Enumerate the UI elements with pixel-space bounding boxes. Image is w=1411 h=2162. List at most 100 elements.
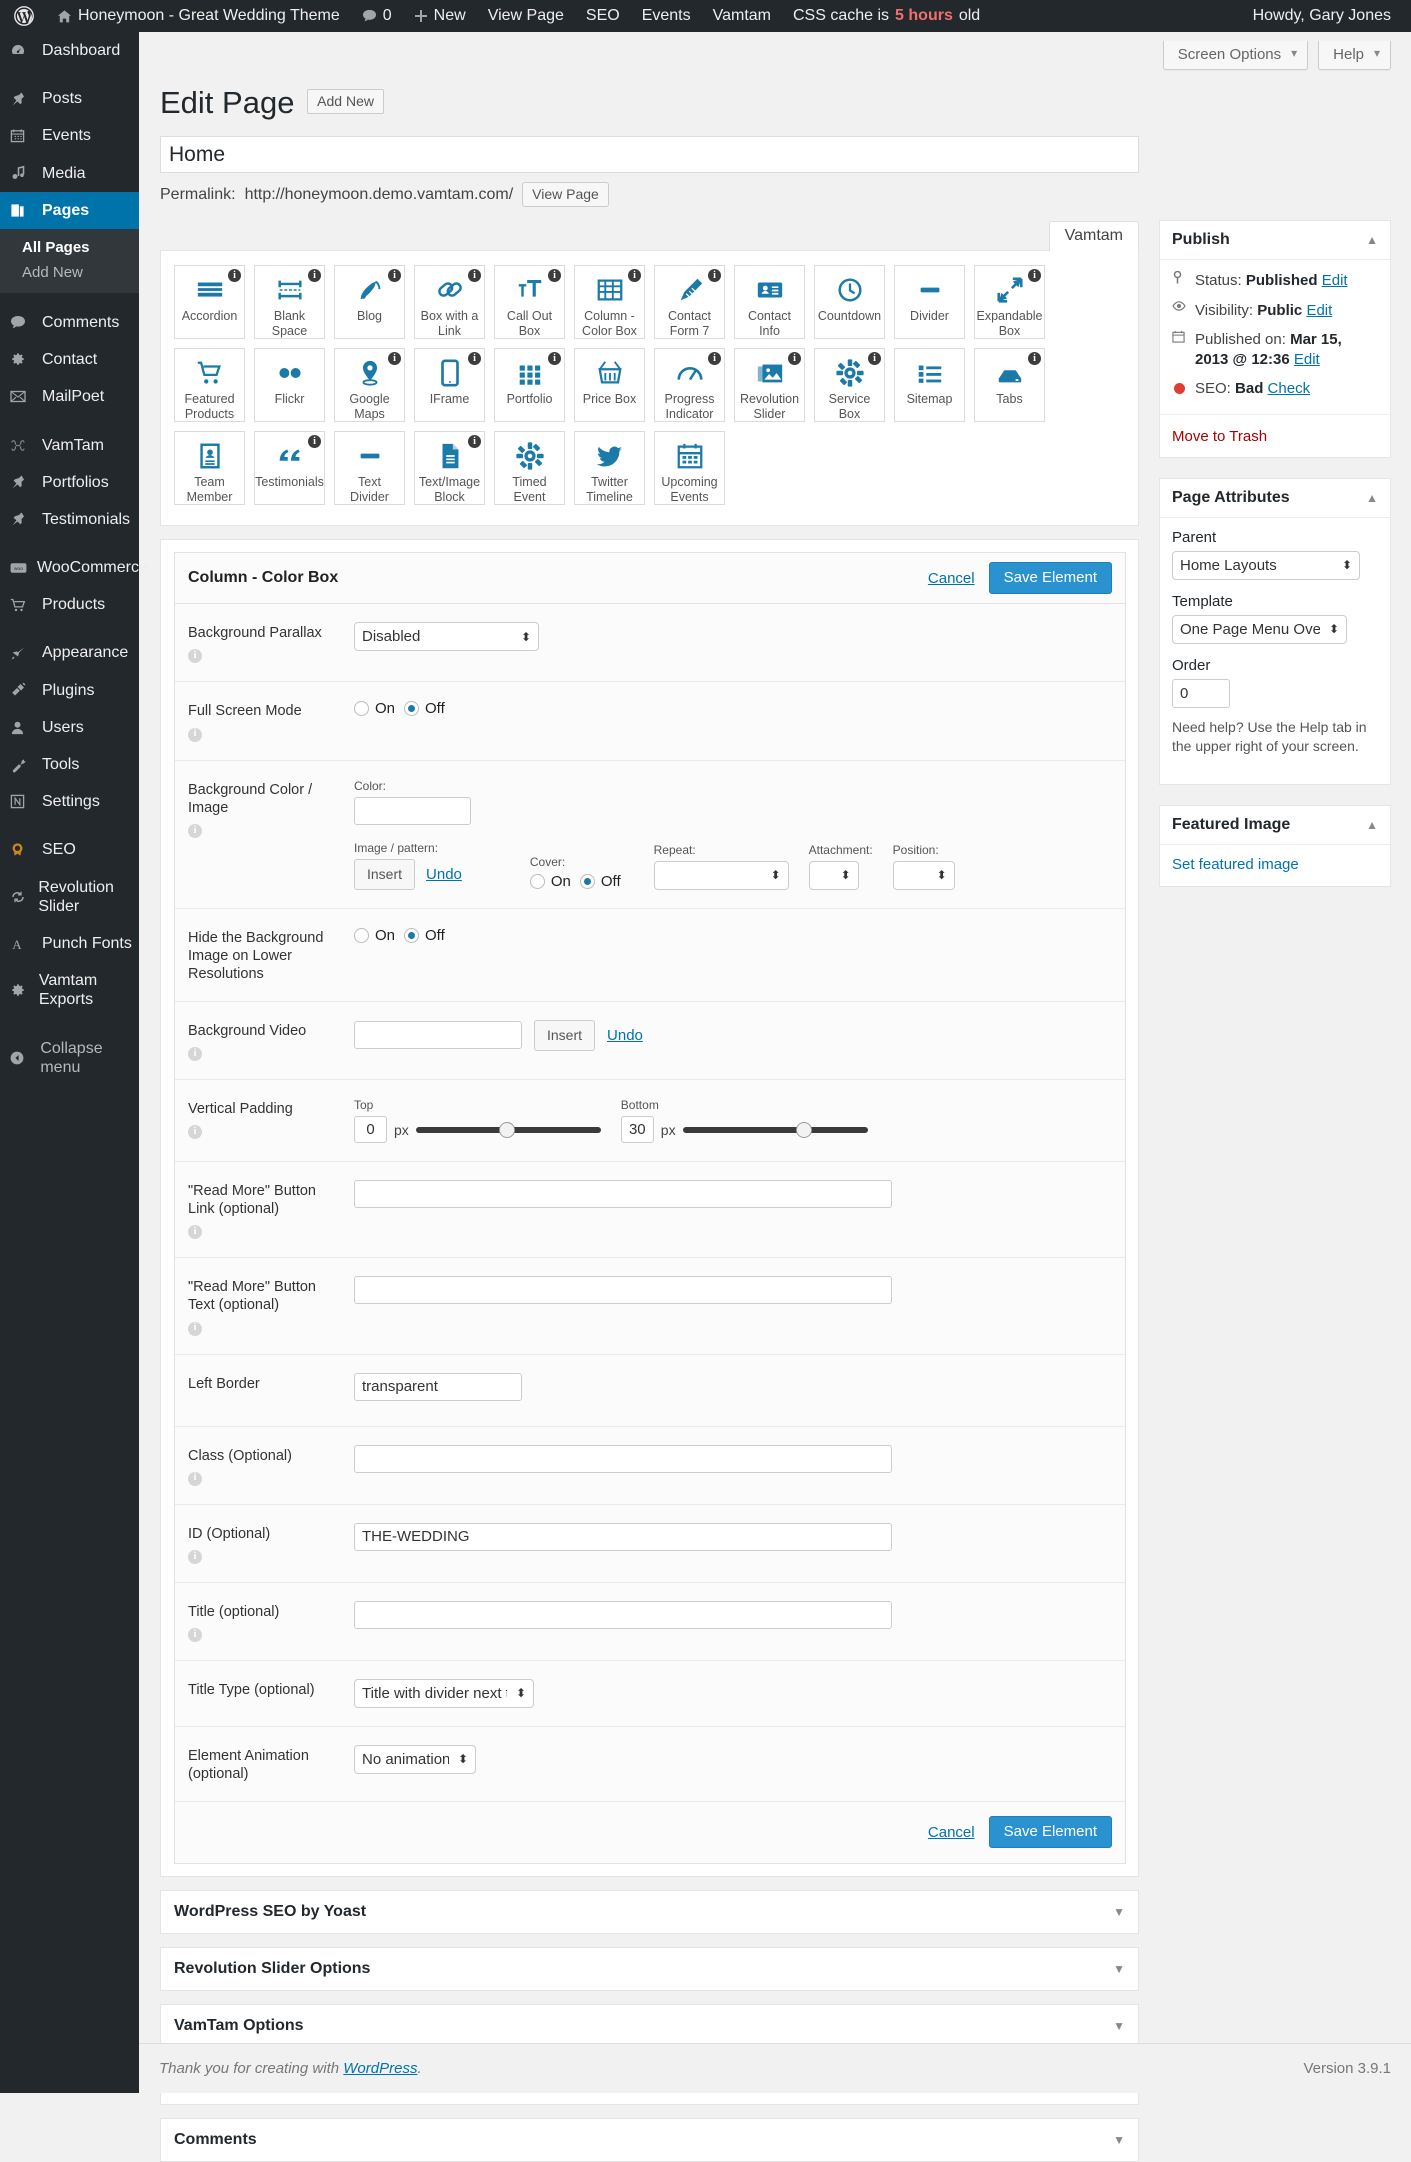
title-type-select[interactable]: Title with divider next to it [354,1679,534,1708]
padding-top-input[interactable] [354,1116,387,1143]
post-title-input[interactable] [160,136,1139,173]
sidebar-item-testimonials[interactable]: Testimonials [0,501,139,538]
element-tile-text-divider[interactable]: Text Divider [334,431,405,505]
screen-options-button[interactable]: Screen Options [1163,41,1308,70]
info-icon[interactable]: i [548,352,561,365]
background-video-input[interactable] [354,1021,522,1049]
sidebar-item-revolution-slider[interactable]: Revolution Slider [0,869,139,925]
sidebar-item-add-new-page[interactable]: Add New [0,260,139,285]
element-tile-accordion[interactable]: Accordioni [174,265,245,339]
padding-bottom-slider[interactable] [683,1127,868,1133]
undo-image-link[interactable]: Undo [426,866,462,883]
cancel-link-top[interactable]: Cancel [928,570,975,587]
chevron-up-icon[interactable]: ▲ [1366,491,1378,505]
sidebar-item-seo[interactable]: SEO [0,831,139,868]
view-page-button[interactable]: View Page [522,182,609,207]
element-tile-call-out-box[interactable]: Call Out Boxi [494,265,565,339]
new-content-menu[interactable]: New [403,0,477,32]
account-menu[interactable]: Howdy, Gary Jones [1253,7,1411,25]
element-animation-select[interactable]: No animation [354,1745,476,1774]
info-icon[interactable]: i [188,1472,202,1486]
meta-box-wordpress-seo-by-yoast[interactable]: WordPress SEO by Yoast▼ [160,1890,1139,1934]
element-tile-box-with-a-link[interactable]: Box with a Linki [414,265,485,339]
vamtam-menu[interactable]: Vamtam [702,0,782,32]
fullscreen-radio-off[interactable]: Off [404,700,445,717]
hide-bg-radio-off[interactable]: Off [404,927,445,944]
status-edit-link[interactable]: Edit [1322,272,1348,289]
chevron-up-icon[interactable]: ▲ [1366,818,1378,832]
element-tile-sitemap[interactable]: Sitemap [894,348,965,422]
element-tile-column-color-box[interactable]: Column - Color Boxi [574,265,645,339]
sidebar-item-contact[interactable]: Contact [0,341,139,378]
element-tile-featured-products[interactable]: Featured Products [174,348,245,422]
element-tile-progress-indicator[interactable]: Progress Indicatori [654,348,725,422]
position-select[interactable] [893,861,955,890]
info-icon[interactable]: i [548,269,561,282]
padding-bottom-input[interactable] [621,1116,654,1143]
sidebar-item-vamtam[interactable]: VamTam [0,427,139,464]
cancel-link-bottom[interactable]: Cancel [928,1824,975,1841]
move-to-trash-link[interactable]: Move to Trash [1172,428,1267,445]
collapse-menu-button[interactable]: Collapse menu [0,1030,139,1086]
tab-vamtam[interactable]: Vamtam [1049,221,1139,251]
element-tile-twitter-timeline[interactable]: Twitter Timeline [574,431,645,505]
element-tile-testimonials[interactable]: Testimonialsi [254,431,325,505]
chevron-down-icon[interactable]: ▼ [1113,1905,1125,1919]
fullscreen-radio-on[interactable]: On [354,700,395,717]
element-tile-contact-info[interactable]: Contact Info [734,265,805,339]
element-tile-text-image-block[interactable]: Text/Image Blocki [414,431,485,505]
readmore-text-input[interactable] [354,1276,892,1304]
sidebar-item-vamtam-exports[interactable]: Vamtam Exports [0,962,139,1018]
chevron-up-icon[interactable]: ▲ [1366,233,1378,247]
info-icon[interactable]: i [868,352,881,365]
sidebar-item-tools[interactable]: Tools [0,746,139,783]
element-tile-divider[interactable]: Divider [894,265,965,339]
info-icon[interactable]: i [1028,269,1041,282]
sidebar-item-pages[interactable]: Pages [0,192,139,229]
visibility-edit-link[interactable]: Edit [1306,302,1332,319]
save-element-button-top[interactable]: Save Element [989,562,1112,594]
padding-top-slider[interactable] [416,1127,601,1133]
cover-radio-on[interactable]: On [530,873,571,890]
info-icon[interactable]: i [708,269,721,282]
info-icon[interactable]: i [388,269,401,282]
element-tile-portfolio[interactable]: Portfolioi [494,348,565,422]
info-icon[interactable]: i [188,1225,202,1239]
sidebar-item-dashboard[interactable]: Dashboard [0,32,139,69]
sidebar-item-woocommerce[interactable]: woo WooCommerce [0,549,139,586]
background-color-input[interactable] [354,797,471,825]
info-icon[interactable]: i [308,435,321,448]
element-tile-tabs[interactable]: Tabsi [974,348,1045,422]
meta-box-revolution-slider-options[interactable]: Revolution Slider Options▼ [160,1947,1139,1991]
element-tile-iframe[interactable]: IFramei [414,348,485,422]
seo-menu[interactable]: SEO [575,0,631,32]
element-tile-team-member[interactable]: Team Member [174,431,245,505]
save-element-button-bottom[interactable]: Save Element [989,1816,1112,1848]
seo-check-link[interactable]: Check [1268,380,1311,397]
element-tile-google-maps[interactable]: Google Mapsi [334,348,405,422]
sidebar-item-comments[interactable]: Comments [0,304,139,341]
info-icon[interactable]: i [788,352,801,365]
info-icon[interactable]: i [188,649,202,663]
info-icon[interactable]: i [188,1047,202,1061]
sidebar-item-portfolios[interactable]: Portfolios [0,464,139,501]
info-icon[interactable]: i [468,352,481,365]
element-tile-blank-space[interactable]: Blank Spacei [254,265,325,339]
element-tile-revolution-slider[interactable]: Revolution Slideri [734,348,805,422]
wordpress-logo-icon[interactable] [0,0,46,32]
sidebar-item-events[interactable]: Events [0,117,139,154]
chevron-down-icon[interactable]: ▼ [1113,2019,1125,2033]
meta-box-comments[interactable]: Comments▼ [160,2118,1139,2162]
element-tile-price-box[interactable]: Price Box [574,348,645,422]
element-tile-service-box[interactable]: Service Boxi [814,348,885,422]
set-featured-image-link[interactable]: Set featured image [1172,856,1299,873]
slider-knob[interactable] [499,1122,515,1138]
css-cache-notice[interactable]: CSS cache is 5 hours old [782,0,991,32]
sidebar-item-appearance[interactable]: Appearance [0,634,139,671]
parent-select[interactable]: Home Layouts [1172,551,1360,580]
cover-radio-off[interactable]: Off [580,873,621,890]
left-border-input[interactable] [354,1373,522,1401]
id-input[interactable] [354,1523,892,1551]
info-icon[interactable]: i [188,1628,202,1642]
hide-bg-radio-on[interactable]: On [354,927,395,944]
